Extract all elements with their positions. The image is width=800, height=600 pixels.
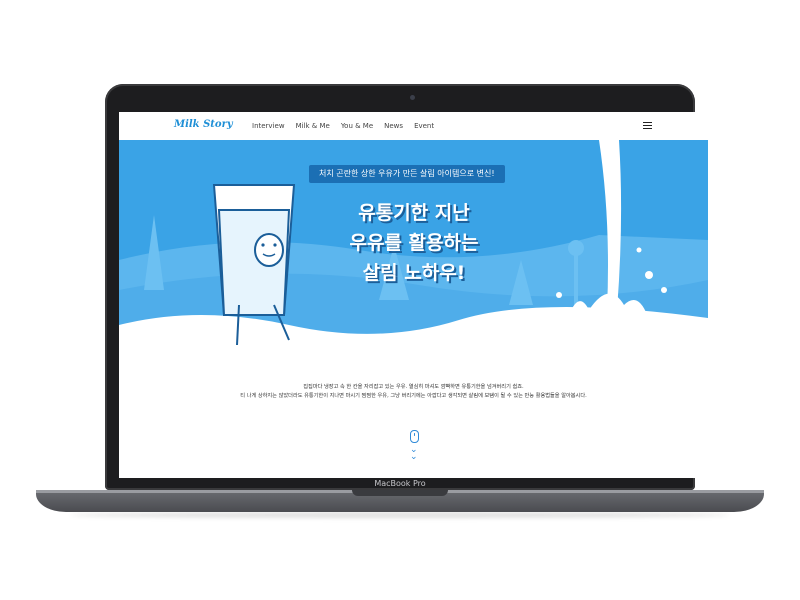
- screen: Milk Story Interview Milk & Me You & Me …: [119, 112, 708, 478]
- nav-item-news[interactable]: News: [384, 122, 403, 130]
- laptop-notch: [352, 490, 448, 496]
- laptop-mockup: MacBook Pro Milk Story Interview Milk & …: [0, 0, 800, 600]
- device-brand-label: MacBook Pro: [374, 479, 426, 488]
- scroll-down-chevron-icon[interactable]: ⌄ ⌄: [410, 446, 418, 462]
- site-logo[interactable]: Milk Story: [174, 119, 233, 130]
- headline-line-2: 우유를 활용하는: [349, 232, 479, 254]
- nav-item-interview[interactable]: Interview: [252, 122, 285, 130]
- hamburger-menu-icon[interactable]: [643, 122, 652, 130]
- scroll-mouse-icon[interactable]: [410, 430, 419, 443]
- hero-speech-bubble: 처치 곤란한 상한 우유가 만든 살림 아이템으로 변신!: [309, 165, 505, 183]
- nav-item-milk-and-me[interactable]: Milk & Me: [296, 122, 330, 130]
- nav-item-you-and-me[interactable]: You & Me: [341, 122, 373, 130]
- camera-icon: [410, 95, 415, 100]
- main-menu: Interview Milk & Me You & Me News Event: [252, 122, 434, 130]
- hero-headline: 유통기한 지난 우유를 활용하는 살림 노하우!: [314, 198, 514, 288]
- intro-line-1: 집집마다 냉장고 속 한 칸을 자리잡고 있는 우유. 열심히 마셔도 깜빡하면…: [303, 384, 524, 390]
- laptop-shadow: [70, 512, 730, 518]
- nav-item-event[interactable]: Event: [414, 122, 434, 130]
- headline-line-1: 유통기한 지난: [358, 202, 470, 224]
- hero-banner: 처치 곤란한 상한 우유가 만든 살림 아이템으로 변신! 유통기한 지난 우유…: [119, 140, 708, 350]
- headline-line-3: 살림 노하우!: [362, 262, 466, 284]
- top-nav: Milk Story Interview Milk & Me You & Me …: [119, 112, 708, 140]
- intro-text: 집집마다 냉장고 속 한 칸을 자리잡고 있는 우유. 열심히 마셔도 깜빡하면…: [119, 383, 708, 401]
- intro-line-2: 티 나게 상하지는 않았더라도 유통기한이 지나면 마시기 찜찜한 우유, 그냥…: [240, 393, 587, 399]
